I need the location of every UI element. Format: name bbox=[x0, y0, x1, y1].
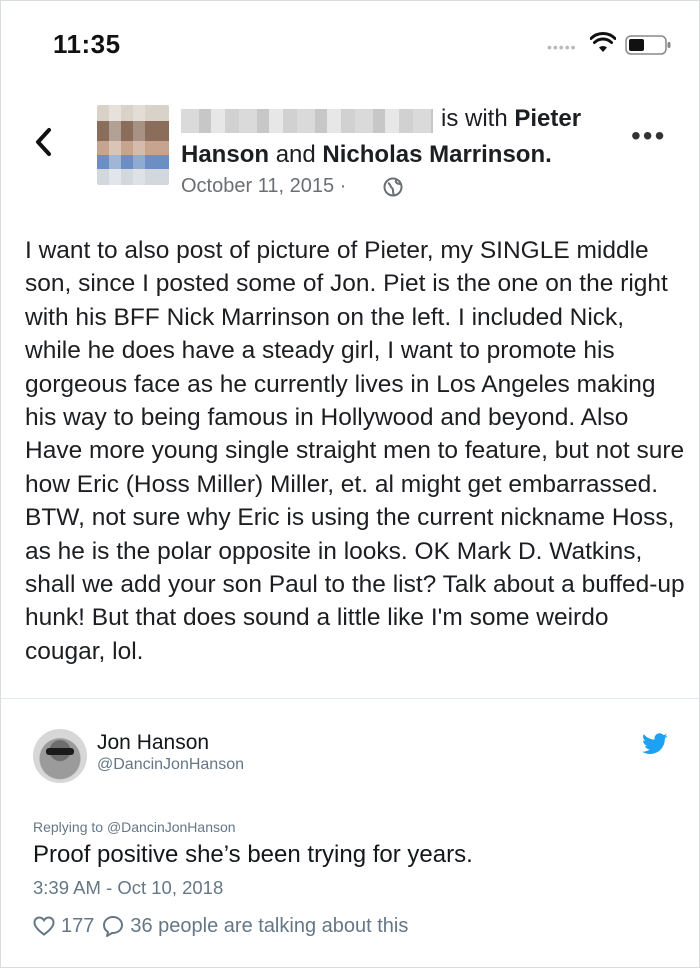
wifi-icon bbox=[590, 32, 616, 52]
battery-icon bbox=[625, 35, 671, 55]
post-header: is with Pieter Hanson and Nicholas Marri… bbox=[1, 91, 699, 211]
tweet-author-name[interactable]: Jon Hanson bbox=[97, 731, 209, 755]
status-bar: 11:35 ••••• bbox=[1, 1, 699, 81]
heart-icon[interactable] bbox=[33, 916, 55, 936]
twitter-bird-icon[interactable] bbox=[642, 733, 668, 755]
back-chevron-icon[interactable] bbox=[33, 127, 53, 157]
signal-icon: ••••• bbox=[547, 39, 577, 55]
and-text: and bbox=[275, 141, 316, 168]
tweet-actions: 177 36 people are talking about this bbox=[33, 913, 408, 939]
screenshot-frame: 11:35 ••••• is with Pieter Hanson and Ni… bbox=[0, 0, 700, 968]
facebook-post-screenshot: 11:35 ••••• is with Pieter Hanson and Ni… bbox=[1, 1, 699, 698]
author-name-pixelated bbox=[181, 109, 433, 133]
like-count: 177 bbox=[61, 914, 95, 937]
replying-to: Replying to @DancinJonHanson bbox=[33, 819, 236, 835]
tweet-timestamp[interactable]: 3:39 AM - Oct 10, 2018 bbox=[33, 877, 223, 899]
replying-handle[interactable]: @DancinJonHanson bbox=[107, 819, 236, 835]
talking-count[interactable]: 36 people are talking about this bbox=[130, 915, 408, 938]
post-date[interactable]: October 11, 2015 · bbox=[181, 175, 346, 198]
author-avatar-pixelated[interactable] bbox=[97, 105, 169, 185]
tweet-author-avatar[interactable] bbox=[33, 729, 87, 783]
tweet-author-handle[interactable]: @DancinJonHanson bbox=[97, 756, 244, 774]
tagged-person-1-first[interactable]: Pieter bbox=[514, 105, 581, 132]
tagged-line-1: is with Pieter bbox=[441, 105, 581, 133]
post-body-text: I want to also post of picture of Pieter… bbox=[25, 237, 685, 665]
with-text: is with bbox=[441, 105, 508, 132]
reply-bubble-icon[interactable] bbox=[102, 915, 124, 937]
tweet-text: Proof positive she’s been trying for yea… bbox=[33, 841, 473, 868]
avatar-glasses bbox=[46, 748, 74, 755]
tagged-person-2[interactable]: Nicholas Marrinson. bbox=[322, 141, 551, 168]
status-time: 11:35 bbox=[53, 29, 121, 59]
globe-icon bbox=[383, 177, 403, 197]
tagged-line-2: Hanson and Nicholas Marrinson. bbox=[181, 141, 552, 169]
replying-prefix: Replying to bbox=[33, 819, 104, 835]
more-options-icon[interactable]: ••• bbox=[631, 122, 666, 150]
tagged-person-1-last[interactable]: Hanson bbox=[181, 141, 269, 168]
divider bbox=[1, 698, 699, 699]
